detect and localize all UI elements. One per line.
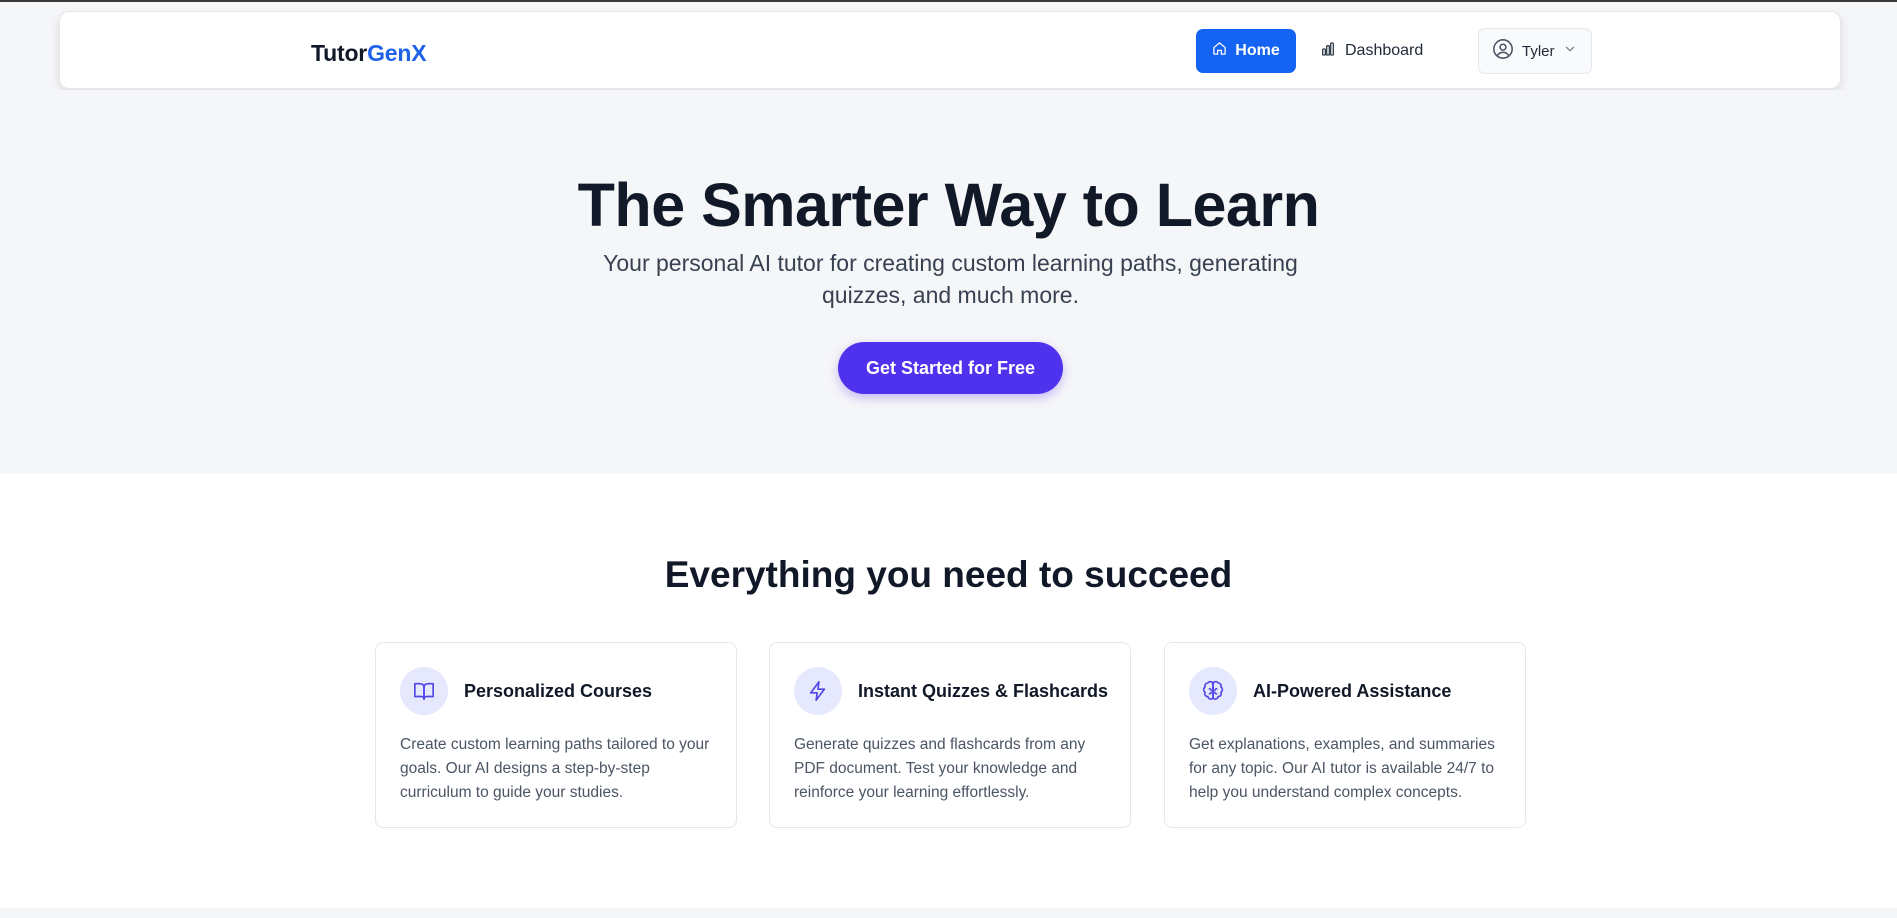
feature-card-personalized-courses: Personalized Courses Create custom learn…: [375, 642, 737, 828]
features-heading: Everything you need to succeed: [664, 554, 1233, 595]
feature-card-ai-assistance: AI-Powered Assistance Get explanations, …: [1164, 642, 1526, 828]
book-open-icon: [400, 667, 448, 715]
feature-card-title: Personalized Courses: [464, 681, 653, 701]
nav-dashboard-label: Dashboard: [1345, 42, 1424, 59]
hero-section: The Smarter Way to Learn Your personal A…: [0, 90, 1897, 474]
user-circle-icon: [1492, 38, 1514, 64]
hero-subtitle: Your personal AI tutor for creating cust…: [603, 250, 1298, 308]
nav-dashboard-link[interactable]: Dashboard: [1320, 29, 1423, 73]
navbar: TutorGenX Home Dashboard Tyler: [59, 11, 1841, 89]
feature-card-description: Get explanations, examples, and summarie…: [1189, 736, 1495, 801]
feature-card-title: AI-Powered Assistance: [1253, 681, 1452, 701]
hero-title: The Smarter Way to Learn: [577, 171, 1320, 239]
get-started-button[interactable]: Get Started for Free: [838, 342, 1063, 394]
page-footer-edge: [0, 908, 1897, 918]
feature-card-description: Generate quizzes and flashcards from any…: [794, 736, 1086, 801]
bar-chart-icon: [1320, 41, 1336, 62]
browser-top-strip: [0, 0, 1897, 2]
home-icon: [1212, 41, 1227, 61]
feature-card-description: Create custom learning paths tailored to…: [400, 736, 710, 801]
lightning-icon: [794, 667, 842, 715]
user-name: Tyler: [1522, 42, 1555, 60]
features-section: Everything you need to succeed Personali…: [0, 474, 1897, 908]
brand-name-main: Tutor: [311, 40, 368, 66]
feature-card-title: Instant Quizzes & Flashcards: [858, 681, 1109, 701]
nav-home-button[interactable]: Home: [1196, 29, 1296, 73]
chevron-down-icon: [1563, 42, 1577, 60]
brand-logo[interactable]: TutorGenX: [311, 40, 427, 67]
brain-icon: [1189, 667, 1237, 715]
nav-home-label: Home: [1235, 42, 1280, 59]
brand-name-accent: GenX: [367, 40, 427, 66]
user-menu-button[interactable]: Tyler: [1478, 28, 1592, 74]
feature-card-instant-quizzes: Instant Quizzes & Flashcards Generate qu…: [769, 642, 1131, 828]
